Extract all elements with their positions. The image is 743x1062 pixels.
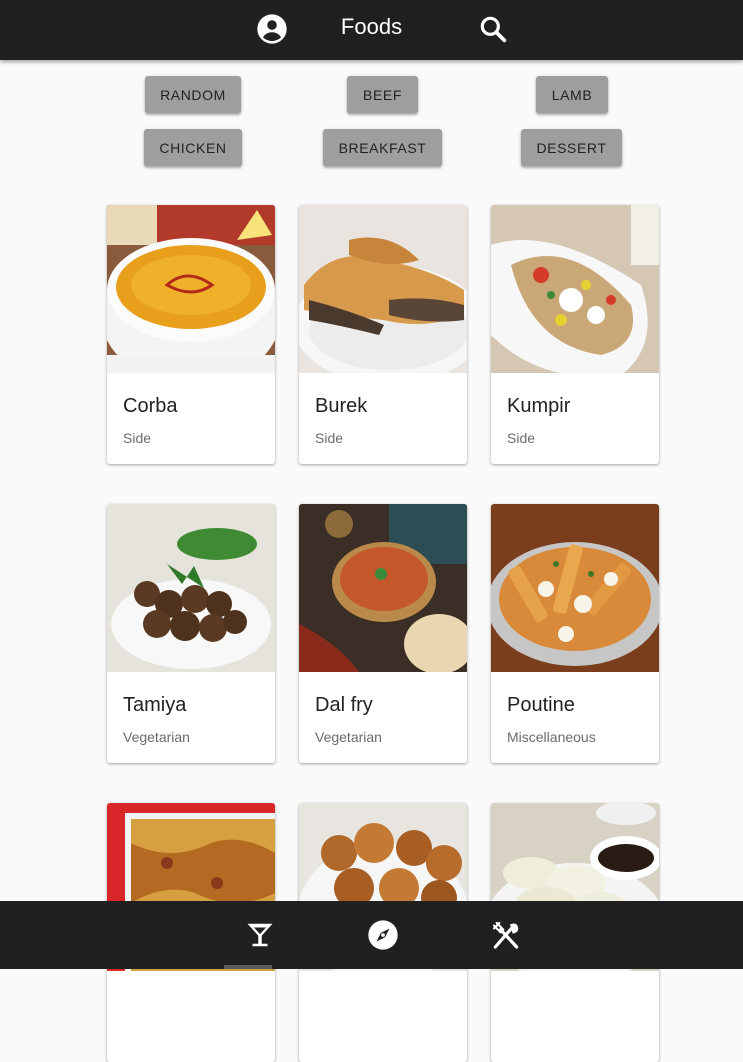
meal-name: Poutine <box>507 694 575 716</box>
search-icon[interactable] <box>476 12 510 46</box>
meal-card[interactable]: Dal fry Vegetarian <box>299 504 467 763</box>
meal-name: Corba <box>123 395 178 417</box>
bottom-navigation <box>0 901 743 969</box>
meal-category: Vegetarian <box>315 729 382 745</box>
category-button-lamb[interactable]: LAMB <box>536 76 608 113</box>
category-button-dessert[interactable]: DESSERT <box>521 129 622 166</box>
meal-image <box>299 205 467 373</box>
category-button-beef[interactable]: BEEF <box>347 76 418 113</box>
page-title: Foods <box>340 14 403 39</box>
meal-image <box>491 205 659 373</box>
meal-card[interactable]: Tamiya Vegetarian <box>107 504 275 763</box>
meal-category: Side <box>507 430 536 446</box>
category-button-random[interactable]: RANDOM <box>145 76 241 113</box>
meal-card[interactable]: Corba Side <box>107 205 275 464</box>
meal-image <box>491 504 659 672</box>
meal-card[interactable]: Burek Side <box>299 205 467 464</box>
category-button-chicken[interactable]: CHICKEN <box>144 129 242 166</box>
meal-image <box>107 504 275 672</box>
meal-image <box>299 504 467 672</box>
meal-card[interactable]: Poutine Miscellaneous <box>491 504 659 763</box>
meal-name: Kumpir <box>507 395 571 417</box>
cocktail-icon[interactable] <box>240 915 280 955</box>
top-app-bar: Foods <box>0 0 743 60</box>
meal-card[interactable]: Kumpir Side <box>491 205 659 464</box>
compass-icon[interactable] <box>363 915 403 955</box>
meal-name: Tamiya <box>123 694 187 716</box>
meal-name: Dal fry <box>315 694 373 716</box>
meal-image <box>107 205 275 373</box>
meal-category: Side <box>123 430 152 446</box>
meal-category: Vegetarian <box>123 729 190 745</box>
category-button-breakfast[interactable]: BREAKFAST <box>323 129 442 166</box>
meal-category: Side <box>315 430 344 446</box>
active-tab-indicator <box>224 965 272 969</box>
utensils-icon[interactable] <box>486 915 526 955</box>
meal-category: Miscellaneous <box>507 729 596 745</box>
meal-name: Burek <box>315 395 368 417</box>
